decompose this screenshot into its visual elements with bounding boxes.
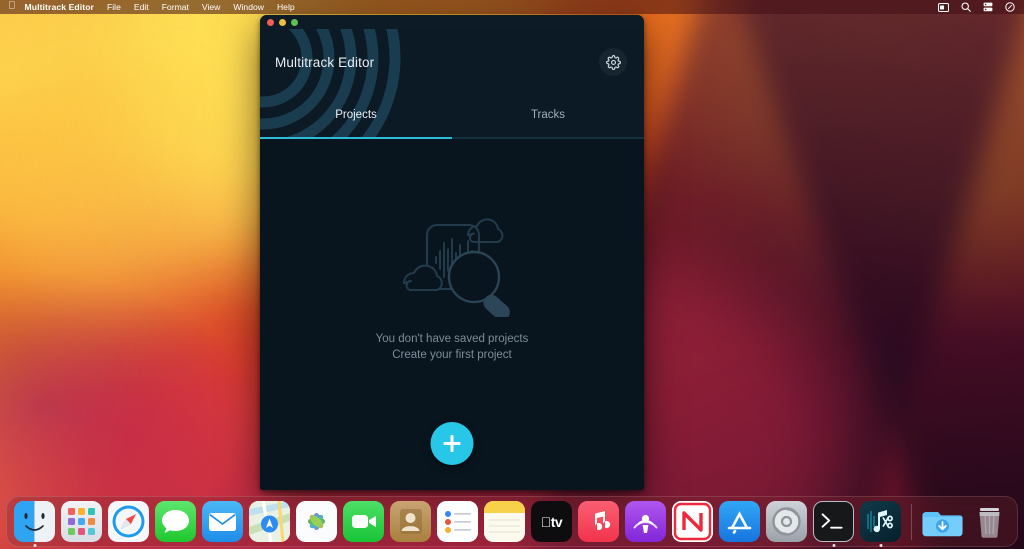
empty-state-line-2: Create your first project — [376, 347, 529, 363]
dock-item-appletv[interactable]: tv — [531, 501, 572, 542]
dock-item-podcasts[interactable] — [625, 501, 666, 542]
dock-item-finder[interactable] — [14, 501, 55, 542]
app-window: Multitrack Editor Projects Tracks — [260, 15, 644, 490]
dock-item-contacts[interactable] — [390, 501, 431, 542]
tab-active-indicator — [260, 137, 452, 139]
tab-tracks[interactable]: Tracks — [452, 95, 644, 139]
dock-item-system-settings[interactable] — [766, 501, 807, 542]
menu-help[interactable]: Help — [277, 2, 295, 12]
siri-icon[interactable] — [1005, 2, 1015, 12]
menubar-app-name[interactable]: Multitrack Editor — [25, 2, 95, 12]
app-header: Multitrack Editor — [260, 29, 644, 95]
dock-item-appstore[interactable] — [719, 501, 760, 542]
dock-item-launchpad[interactable] — [61, 501, 102, 542]
menu-view[interactable]: View — [202, 2, 220, 12]
app-title: Multitrack Editor — [275, 55, 374, 70]
cloud-waveform-search-icon — [376, 211, 528, 317]
running-indicator — [832, 544, 835, 547]
dock-item-downloads-folder[interactable] — [922, 501, 963, 542]
add-project-button[interactable] — [431, 422, 474, 465]
running-indicator — [33, 544, 36, 547]
search-icon[interactable] — [961, 2, 971, 12]
running-indicator — [879, 544, 882, 547]
empty-state-text: You don't have saved projects Create you… — [376, 331, 529, 363]
dock-item-notes[interactable] — [484, 501, 525, 542]
close-window-button[interactable] — [267, 19, 274, 26]
dock-item-reminders[interactable] — [437, 501, 478, 542]
dock-item-news[interactable] — [672, 501, 713, 542]
tab-underline — [260, 137, 644, 139]
menu-file[interactable]: File — [107, 2, 121, 12]
minimize-window-button[interactable] — [279, 19, 286, 26]
menu-format[interactable]: Format — [162, 2, 189, 12]
empty-state-line-1: You don't have saved projects — [376, 331, 529, 347]
dock-item-trash[interactable] — [969, 501, 1010, 542]
dock-item-messages[interactable] — [155, 501, 196, 542]
dock-item-photos[interactable] — [296, 501, 337, 542]
dock-item-mail[interactable] — [202, 501, 243, 542]
tab-bar: Projects Tracks — [260, 95, 644, 139]
maximize-window-button[interactable] — [291, 19, 298, 26]
battery-stack-icon[interactable] — [983, 2, 993, 12]
dock-item-safari[interactable] — [108, 501, 149, 542]
dock-item-terminal[interactable] — [813, 501, 854, 542]
dock: tv — [6, 496, 1018, 547]
tab-projects[interactable]: Projects — [260, 95, 452, 139]
control-center-display-icon[interactable] — [938, 3, 949, 12]
menu-window[interactable]: Window — [233, 2, 264, 12]
dock-item-facetime[interactable] — [343, 501, 384, 542]
menu-bar:  Multitrack Editor File Edit Format Vie… — [0, 0, 1024, 14]
projects-panel: You don't have saved projects Create you… — [260, 139, 644, 490]
dock-separator — [911, 504, 912, 540]
menu-edit[interactable]: Edit — [134, 2, 149, 12]
gear-icon[interactable] — [599, 48, 627, 76]
plus-icon — [444, 435, 461, 452]
window-titlebar — [260, 15, 644, 29]
apple-logo-icon[interactable]:  — [8, 2, 16, 12]
dock-item-multitrack-editor[interactable] — [860, 501, 901, 542]
dock-item-music[interactable] — [578, 501, 619, 542]
dock-item-maps[interactable] — [249, 501, 290, 542]
